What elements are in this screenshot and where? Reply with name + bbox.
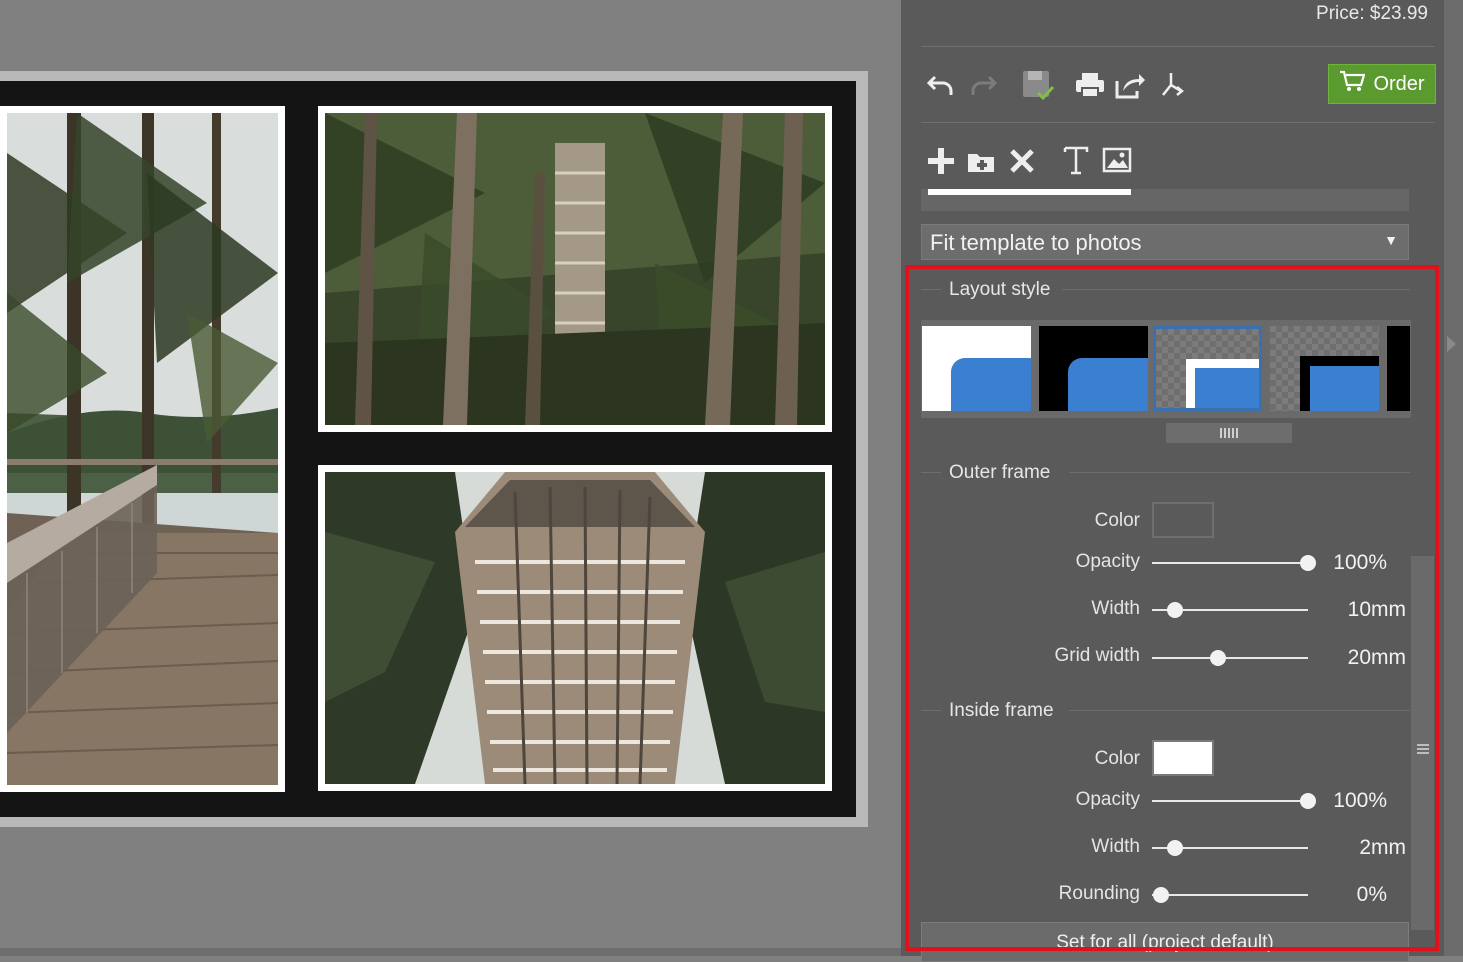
photo-boardwalk[interactable] [0, 106, 285, 792]
slider-thumb[interactable] [1153, 887, 1170, 903]
outer-frame-color-swatch[interactable] [1152, 502, 1214, 538]
layout-style-black-edge[interactable] [1387, 326, 1410, 411]
collapse-arrow-icon[interactable] [1447, 336, 1456, 352]
collage-page[interactable] [0, 81, 856, 817]
active-tab-indicator [928, 189, 1131, 195]
divider [921, 710, 941, 711]
slider-thumb[interactable] [1167, 840, 1184, 856]
divider [1069, 472, 1410, 473]
inside-width-label: Width [1091, 836, 1140, 857]
inside-frame-title: Inside frame [949, 700, 1054, 721]
slider-track [1152, 657, 1308, 659]
inside-opacity-value: 100% [1333, 789, 1387, 812]
inside-frame-color-swatch[interactable] [1152, 740, 1214, 776]
redo-icon[interactable] [966, 68, 1000, 102]
save-icon[interactable] [1019, 66, 1057, 104]
outer-frame-title: Outer frame [949, 462, 1051, 483]
slider-thumb[interactable] [1300, 793, 1316, 809]
slider-thumb[interactable] [1300, 555, 1316, 571]
layout-style-white-frame[interactable] [922, 326, 1031, 411]
slider-track [1152, 800, 1308, 802]
delete-icon[interactable] [1006, 145, 1038, 177]
grid-width-slider[interactable] [1152, 649, 1308, 667]
outer-width-label: Width [1091, 598, 1140, 619]
template-fit-value: Fit template to photos [930, 230, 1142, 255]
boardwalk-image [7, 113, 278, 785]
photo-tower[interactable] [318, 465, 832, 791]
outer-width-value: 10mm [1347, 598, 1406, 621]
layout-style-scrollbar[interactable] [1166, 423, 1292, 443]
inside-color-label: Color [1094, 748, 1140, 769]
order-button[interactable]: Order [1328, 64, 1436, 104]
divider [1069, 710, 1410, 711]
grid-width-label: Grid width [1054, 645, 1140, 666]
cart-icon [1339, 70, 1366, 98]
tower-image [325, 472, 825, 784]
outer-opacity-label: Opacity [1075, 551, 1140, 572]
add-icon[interactable] [925, 145, 957, 177]
panel-collapse-strip[interactable] [1444, 0, 1463, 956]
rounding-slider[interactable] [1152, 886, 1308, 904]
divider [921, 289, 941, 290]
divider [921, 46, 1435, 47]
slider-thumb[interactable] [1209, 650, 1226, 666]
divider [921, 472, 941, 473]
outer-width-slider[interactable] [1152, 601, 1308, 619]
undo-icon[interactable] [924, 68, 958, 102]
divider [1062, 289, 1410, 290]
inside-width-value: 2mm [1359, 836, 1406, 859]
scrollbar-grip[interactable] [1220, 428, 1238, 438]
layout-style-transparent-black[interactable] [1270, 326, 1379, 411]
set-project-default-button[interactable]: Set for all (project default) [921, 922, 1409, 962]
rounding-value: 0% [1356, 883, 1387, 906]
outer-opacity-value: 100% [1333, 551, 1387, 574]
slider-track [1152, 562, 1308, 564]
print-icon[interactable] [1072, 68, 1108, 102]
price-label: Price: $23.99 [1316, 3, 1428, 24]
outer-opacity-slider[interactable] [1152, 554, 1316, 572]
add-folder-icon[interactable] [965, 145, 997, 177]
template-fit-dropdown[interactable]: Fit template to photos ▼ [921, 224, 1409, 260]
grid-width-value: 20mm [1347, 646, 1406, 669]
slider-track [1152, 894, 1308, 896]
outer-color-label: Color [1094, 510, 1140, 531]
chevron-down-icon: ▼ [1384, 232, 1398, 248]
panel-scrollbar[interactable] [1411, 556, 1434, 930]
share-icon[interactable] [1112, 68, 1148, 102]
forest-image [325, 113, 825, 425]
divider [921, 122, 1435, 123]
image-icon[interactable] [1101, 145, 1133, 175]
layout-style-transparent-white[interactable] [1153, 326, 1262, 411]
inside-opacity-slider[interactable] [1152, 792, 1316, 810]
editor-canvas[interactable] [0, 0, 901, 956]
rounding-label: Rounding [1058, 883, 1140, 904]
photo-forest-tower[interactable] [318, 106, 832, 432]
slider-thumb[interactable] [1167, 602, 1184, 618]
scrollbar-grip[interactable] [1417, 744, 1429, 756]
inside-width-slider[interactable] [1152, 839, 1308, 857]
canvas-bottom-bar [0, 948, 901, 956]
text-icon[interactable] [1060, 143, 1092, 177]
inside-opacity-label: Opacity [1075, 789, 1140, 810]
export-icon[interactable] [1154, 68, 1188, 102]
layout-style-title: Layout style [949, 279, 1051, 300]
order-button-label: Order [1373, 72, 1425, 95]
layout-style-black-frame[interactable] [1039, 326, 1148, 411]
